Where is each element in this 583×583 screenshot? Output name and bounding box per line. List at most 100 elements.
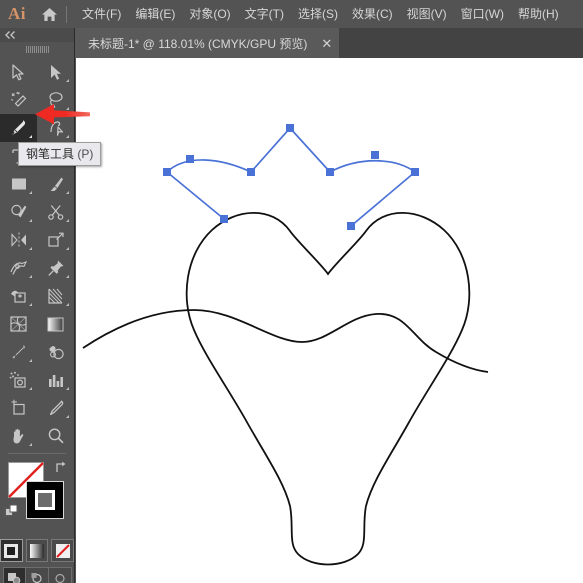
stroke-swatch[interactable] bbox=[26, 481, 64, 519]
tool-tooltip: 钢笔工具 (P) bbox=[18, 142, 102, 166]
menu-bar: Ai 文件(F) 编辑(E) 对象(O) 文字(T) 选择(S) 效果(C) 视… bbox=[0, 0, 583, 28]
double-chevron-left-icon bbox=[5, 31, 15, 39]
reflect-icon bbox=[10, 232, 26, 248]
document-tab-bar: 未标题-1* @ 118.01% (CMYK/GPU 预览) ✕ bbox=[0, 28, 583, 58]
menu-type[interactable]: 文字(T) bbox=[238, 0, 291, 28]
hand-icon bbox=[12, 428, 23, 444]
eyedropper-icon bbox=[11, 345, 25, 359]
gradient-mode-button[interactable] bbox=[25, 539, 49, 562]
artboard-icon bbox=[11, 399, 25, 415]
tool-flyout-indicator bbox=[29, 135, 32, 138]
menu-edit[interactable]: 编辑(E) bbox=[128, 0, 182, 28]
tool-flyout-indicator bbox=[29, 303, 32, 306]
artboard-tool[interactable] bbox=[0, 394, 37, 422]
grip-dots-icon bbox=[25, 45, 49, 53]
shape-builder-icon bbox=[11, 290, 26, 303]
menu-object[interactable]: 对象(O) bbox=[182, 0, 237, 28]
document-canvas[interactable] bbox=[76, 58, 583, 583]
red-pointer-arrow bbox=[34, 103, 90, 132]
selection-tool[interactable] bbox=[0, 58, 37, 86]
default-fill-stroke-icon[interactable] bbox=[5, 504, 19, 518]
slice-tool[interactable] bbox=[37, 394, 74, 422]
shaper-tool[interactable] bbox=[0, 198, 37, 226]
symbol-sprayer-icon bbox=[9, 371, 26, 388]
draw-behind-icon bbox=[31, 572, 42, 583]
free-transform-tool[interactable] bbox=[37, 226, 74, 254]
draw-normal-button[interactable] bbox=[2, 567, 26, 583]
zoom-tool[interactable] bbox=[37, 422, 74, 450]
magnifier-icon bbox=[48, 428, 64, 444]
tool-flyout-indicator bbox=[66, 247, 69, 250]
symbol-sprayer-tool[interactable] bbox=[0, 366, 37, 394]
strawberry-heart-outline bbox=[82, 211, 489, 566]
tool-flyout-indicator bbox=[29, 219, 32, 222]
pushpin-icon bbox=[47, 260, 63, 276]
tool-flyout-indicator bbox=[29, 247, 32, 250]
gradient-swatch-icon bbox=[30, 543, 44, 558]
document-tab[interactable]: 未标题-1* @ 118.01% (CMYK/GPU 预览) ✕ bbox=[75, 28, 340, 58]
mesh-icon bbox=[10, 316, 27, 332]
hand-tool[interactable] bbox=[0, 422, 37, 450]
tools-panel-divider bbox=[8, 453, 66, 454]
tool-flyout-indicator bbox=[66, 387, 69, 390]
eyedropper-tool[interactable] bbox=[0, 338, 37, 366]
tools-panel-drag-handle[interactable] bbox=[0, 42, 74, 56]
menu-help[interactable]: 帮助(H) bbox=[511, 0, 566, 28]
draw-inside-button[interactable] bbox=[48, 567, 72, 583]
rectangle-icon bbox=[11, 178, 26, 190]
home-icon[interactable] bbox=[34, 7, 64, 22]
none-mode-button[interactable] bbox=[51, 539, 75, 562]
pen-tool[interactable] bbox=[0, 114, 37, 142]
gradient-tool[interactable] bbox=[37, 310, 74, 338]
draw-normal-icon bbox=[8, 572, 21, 583]
draw-inside-icon bbox=[54, 573, 65, 583]
paint-mode-row bbox=[0, 539, 75, 562]
fill-stroke-controls bbox=[0, 458, 74, 536]
tool-flyout-indicator bbox=[66, 191, 69, 194]
solid-color-icon bbox=[4, 543, 19, 558]
close-icon[interactable]: ✕ bbox=[321, 37, 332, 50]
tool-flyout-indicator bbox=[66, 79, 69, 82]
direct-selection-tool[interactable] bbox=[37, 58, 74, 86]
color-mode-button[interactable] bbox=[0, 539, 23, 562]
swap-fill-stroke-icon[interactable] bbox=[54, 460, 68, 474]
crown-leaf-path[interactable] bbox=[163, 124, 419, 230]
white-arrow-icon bbox=[50, 64, 61, 80]
tool-flyout-indicator bbox=[66, 303, 69, 306]
rectangle-tool[interactable] bbox=[0, 170, 37, 198]
eraser-tool[interactable] bbox=[37, 198, 74, 226]
width-warp-icon bbox=[10, 261, 28, 275]
blend-tool[interactable] bbox=[37, 338, 74, 366]
anchor-points[interactable] bbox=[163, 124, 419, 230]
scissors-icon bbox=[47, 205, 63, 220]
artwork-svg bbox=[82, 124, 489, 566]
paintbrush-tool[interactable] bbox=[37, 170, 74, 198]
tool-flyout-indicator bbox=[66, 275, 69, 278]
column-graph-tool[interactable] bbox=[37, 366, 74, 394]
menu-effect[interactable]: 效果(C) bbox=[345, 0, 400, 28]
puppet-warp-tool[interactable] bbox=[37, 254, 74, 282]
width-tool[interactable] bbox=[0, 254, 37, 282]
magic-wand-tool[interactable] bbox=[0, 86, 37, 114]
tools-panel-collapse-bar[interactable] bbox=[0, 28, 74, 42]
shape-builder-tool[interactable] bbox=[0, 282, 37, 310]
free-transform-icon bbox=[47, 232, 64, 247]
rotate-tool[interactable] bbox=[0, 226, 37, 254]
blend-icon bbox=[49, 346, 64, 360]
gradient-icon bbox=[47, 317, 64, 331]
perspective-grid-tool[interactable] bbox=[37, 282, 74, 310]
paintbrush-icon bbox=[50, 177, 63, 191]
tool-flyout-indicator bbox=[29, 191, 32, 194]
menu-view[interactable]: 视图(V) bbox=[400, 0, 454, 28]
app-logo: Ai bbox=[8, 4, 26, 23]
menu-window[interactable]: 窗口(W) bbox=[454, 0, 511, 28]
pen-nib-icon bbox=[12, 120, 26, 134]
draw-mode-row bbox=[0, 567, 74, 583]
menu-select[interactable]: 选择(S) bbox=[291, 0, 345, 28]
cursor-arrow-icon bbox=[12, 63, 24, 80]
stroke-swatch-inner bbox=[35, 490, 55, 510]
draw-behind-button[interactable] bbox=[25, 567, 49, 583]
tool-flyout-indicator bbox=[29, 443, 32, 446]
mesh-tool[interactable] bbox=[0, 310, 37, 338]
menu-file[interactable]: 文件(F) bbox=[75, 0, 128, 28]
